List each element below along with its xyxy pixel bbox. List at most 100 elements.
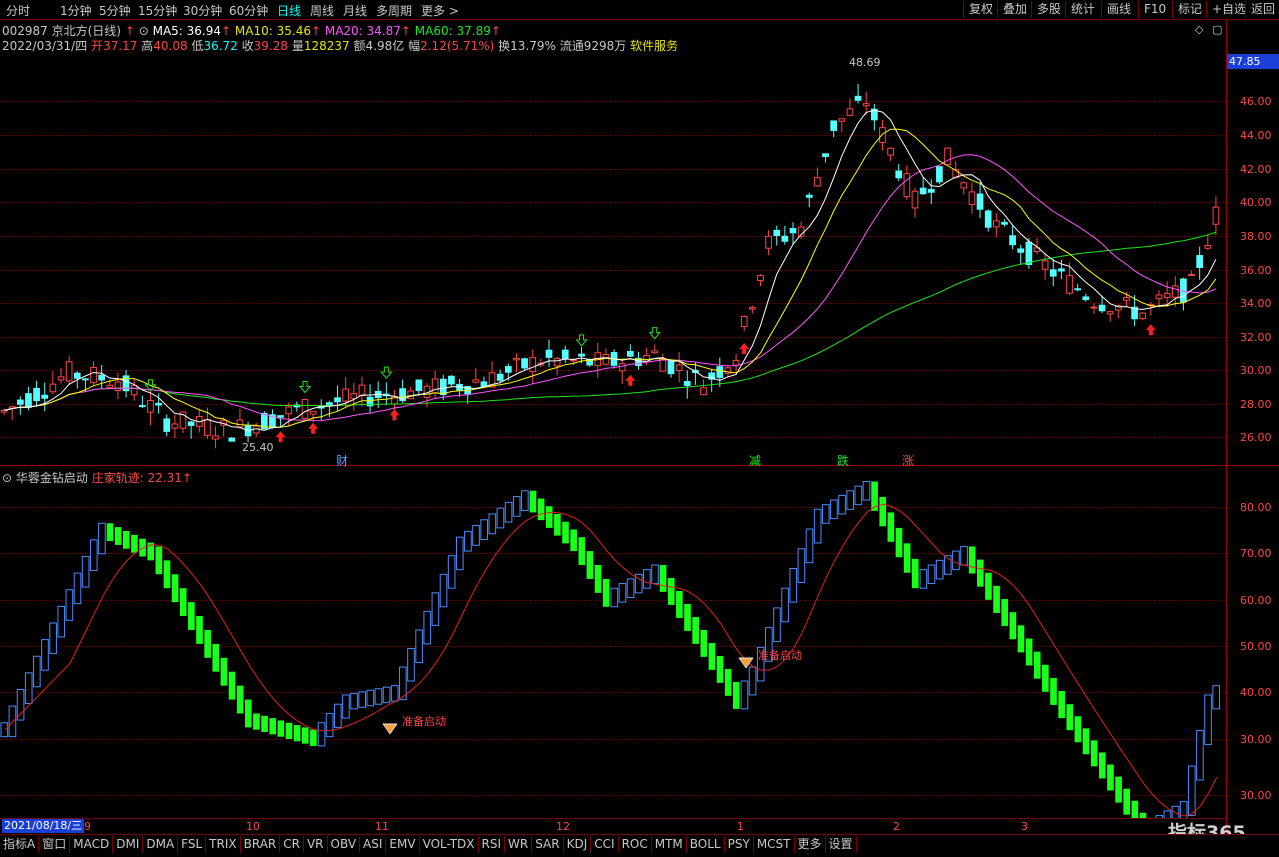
- indicator-bar-fall: [529, 490, 537, 513]
- indicator-tab-1[interactable]: 窗口: [39, 836, 71, 853]
- candle-body: [757, 275, 764, 282]
- event-marker-rise[interactable]: 涨: [902, 452, 914, 469]
- indicator-bar-rise: [89, 539, 98, 571]
- candle-body: [431, 378, 439, 394]
- indicator-tab-13[interactable]: VOL-TDX: [420, 836, 479, 853]
- indicator-bar-fall: [602, 578, 610, 607]
- candle-body: [529, 357, 537, 372]
- indicator-bar-fall: [1099, 752, 1106, 779]
- indicator-tab-8[interactable]: CR: [280, 836, 304, 853]
- period-tab-daily[interactable]: 日线: [277, 2, 301, 19]
- event-marker-reduce[interactable]: 减: [749, 452, 761, 469]
- candle-body: [98, 374, 106, 381]
- candle-body: [976, 193, 984, 210]
- indicator-bar-rise: [390, 685, 399, 702]
- period-tab-monthly[interactable]: 月线: [343, 2, 367, 19]
- indicator-tab-21[interactable]: BOLL: [687, 836, 725, 853]
- indicator-tab-17[interactable]: KDJ: [564, 836, 592, 853]
- period-tab-30min[interactable]: 30分钟: [183, 2, 222, 19]
- period-tab-15min[interactable]: 15分钟: [138, 2, 177, 19]
- price-chart[interactable]: [0, 52, 1226, 464]
- candle-body: [334, 397, 341, 403]
- indicator-tab-22[interactable]: PSY: [725, 836, 754, 853]
- indicator-tab-12[interactable]: EMV: [386, 836, 420, 853]
- sector-link[interactable]: 软件服务: [630, 39, 678, 53]
- statistics-button[interactable]: 统计: [1065, 1, 1100, 18]
- multi-stock-button[interactable]: 多股: [1031, 1, 1066, 18]
- indicator-bar-rise: [1171, 805, 1180, 818]
- indicator-bar-fall: [228, 671, 236, 700]
- diamond-icon[interactable]: ◇: [1195, 23, 1203, 36]
- indicator-tab-16[interactable]: SAR: [532, 836, 564, 853]
- overlay-button[interactable]: 叠加: [997, 1, 1032, 18]
- mark-button[interactable]: 标记: [1172, 1, 1207, 18]
- indicator-tab-25[interactable]: 设置: [826, 836, 857, 853]
- indicator-tab-6[interactable]: TRIX: [206, 836, 241, 853]
- candle-body: [578, 353, 585, 357]
- f10-button[interactable]: F10: [1138, 1, 1171, 18]
- event-marker-finance[interactable]: 财: [336, 452, 348, 469]
- indicator-tab-14[interactable]: RSI: [479, 836, 506, 853]
- period-tab-multi[interactable]: 多周期: [376, 2, 412, 19]
- candle-body: [415, 379, 423, 391]
- indicator-tab-9[interactable]: VR: [304, 836, 328, 853]
- indicator-tab-11[interactable]: ASI: [360, 836, 387, 853]
- indicator-bar-rise: [919, 569, 928, 589]
- ma5-line: [3, 109, 1217, 432]
- candle-body: [789, 227, 797, 234]
- draw-line-button[interactable]: 画线: [1101, 1, 1136, 18]
- period-tab-60min[interactable]: 60分钟: [229, 2, 268, 19]
- price-tick: 32.00: [1240, 331, 1272, 344]
- indicator-tab-24[interactable]: 更多: [795, 836, 826, 853]
- signal-label: 准备启动: [402, 715, 446, 728]
- candle-body: [895, 170, 903, 179]
- indicator-tab-20[interactable]: MTM: [652, 836, 687, 853]
- indicator-bar-fall: [700, 629, 708, 657]
- indicator-tab-15[interactable]: WR: [505, 836, 533, 853]
- indicator-tab-2[interactable]: MACD: [70, 836, 114, 853]
- buy-arrow-icon: [739, 342, 750, 354]
- candle-body: [960, 182, 968, 189]
- period-tab-fenshi[interactable]: 分时: [6, 2, 30, 19]
- event-marker-fall[interactable]: 跌: [837, 452, 849, 469]
- ma60-value: MA60: 37.89: [414, 24, 491, 38]
- period-tab-5min[interactable]: 5分钟: [99, 2, 131, 19]
- indicator-chart[interactable]: [0, 480, 1226, 818]
- back-button[interactable]: 返回: [1245, 1, 1279, 18]
- candle-body: [1009, 235, 1016, 246]
- sell-arrow-icon: [575, 334, 588, 347]
- candle-body: [854, 95, 862, 101]
- indicator-tab-23[interactable]: MCST: [754, 836, 795, 853]
- indicator-bar-rise: [24, 672, 33, 704]
- indicator-bar-rise: [512, 496, 521, 517]
- buy-arrow-icon: [1145, 324, 1156, 336]
- indicator-bar-rise: [358, 691, 367, 708]
- indicator-tick: 50.00: [1240, 640, 1272, 653]
- pane-divider[interactable]: [0, 465, 1279, 466]
- indicator-tab-7[interactable]: BRAR: [241, 836, 281, 853]
- indicator-tab-3[interactable]: DMI: [113, 836, 144, 853]
- indicator-bar-rise: [935, 559, 944, 580]
- fuquan-button[interactable]: 复权: [963, 1, 998, 18]
- period-tab-1min[interactable]: 1分钟: [60, 2, 92, 19]
- buy-arrow-icon: [625, 374, 636, 386]
- candle-body: [33, 387, 40, 402]
- indicator-bar-rise: [57, 605, 66, 638]
- indicator-tab-4[interactable]: DMA: [143, 836, 179, 853]
- collapse-icon[interactable]: ⊙: [139, 24, 149, 38]
- candle-body: [944, 147, 951, 166]
- indicator-tab-19[interactable]: ROC: [619, 836, 652, 853]
- candle-body: [1074, 288, 1082, 291]
- indicator-bar-fall: [253, 713, 260, 730]
- indicator-tab-0[interactable]: 指标A: [0, 836, 40, 853]
- indicator-tab-18[interactable]: CCI: [591, 836, 619, 853]
- period-tab-weekly[interactable]: 周线: [310, 2, 334, 19]
- indicator-bar-rise: [748, 666, 757, 696]
- month-label: 1: [737, 820, 744, 833]
- indicator-bar-rise: [81, 555, 90, 588]
- indicator-tab-5[interactable]: FSL: [178, 836, 207, 853]
- period-tab-more[interactable]: 更多 >: [421, 2, 459, 19]
- indicator-bar-fall: [733, 681, 740, 709]
- window-icon[interactable]: ▢: [1212, 23, 1222, 36]
- indicator-tab-10[interactable]: OBV: [328, 836, 361, 853]
